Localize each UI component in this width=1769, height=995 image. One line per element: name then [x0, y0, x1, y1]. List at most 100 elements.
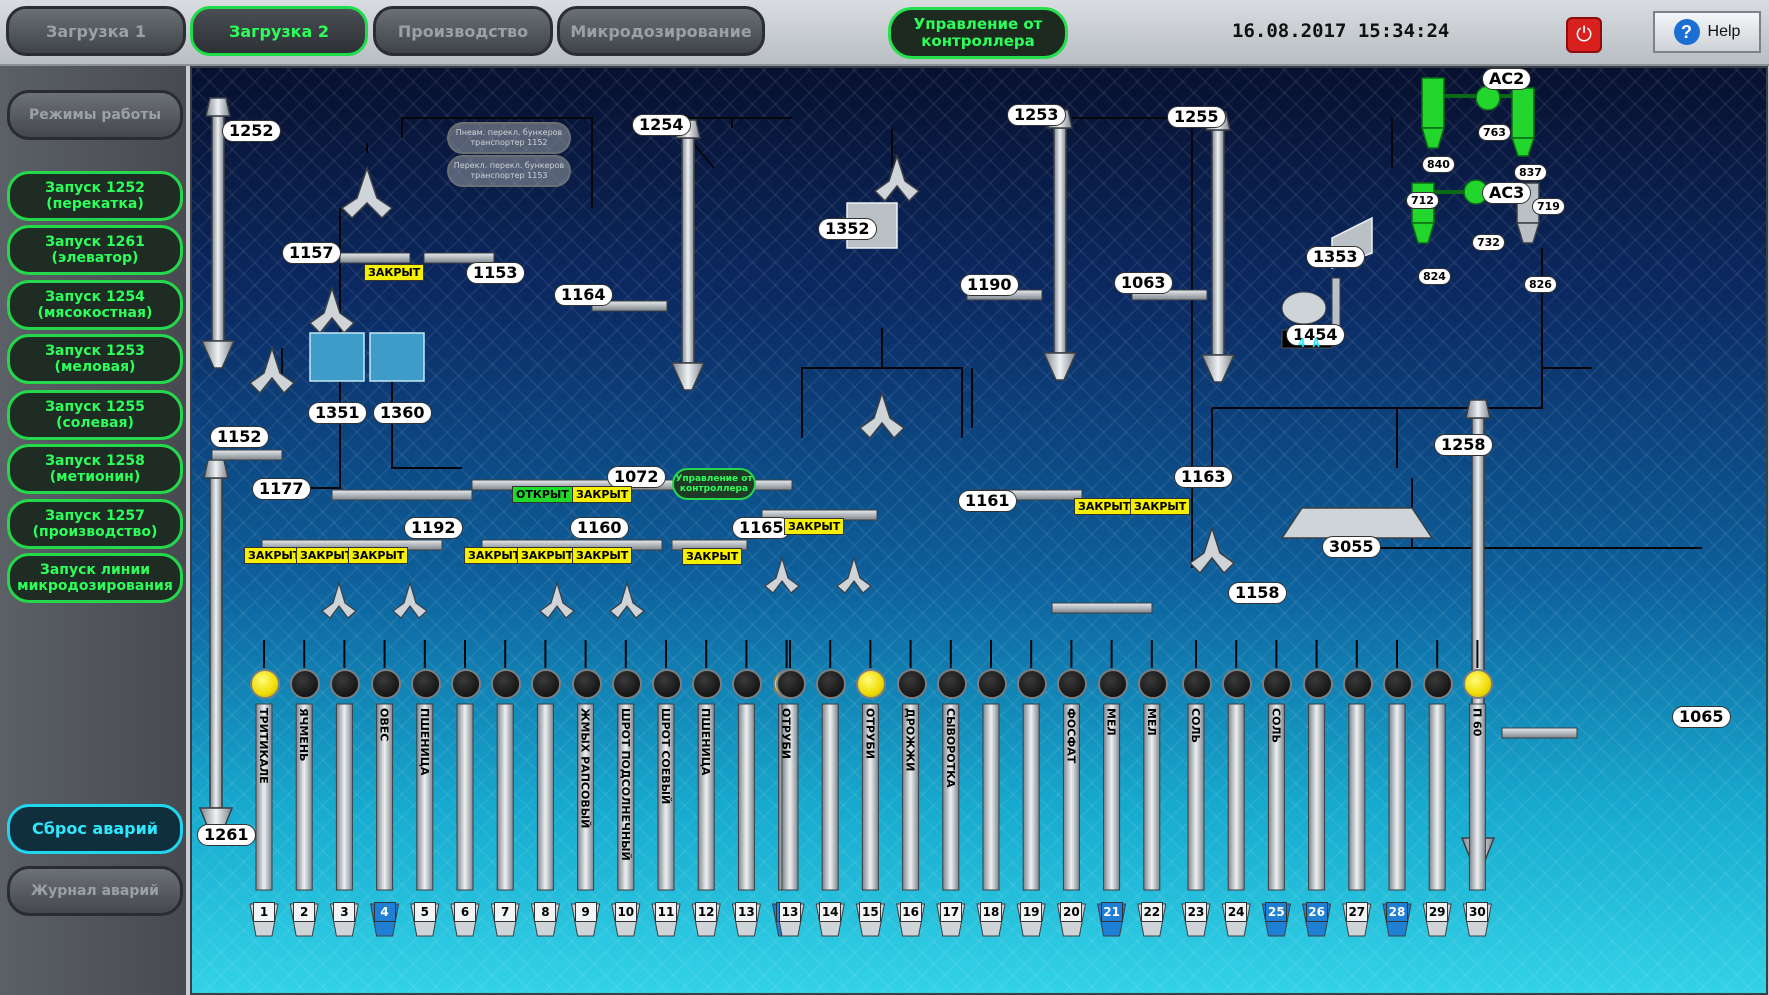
tag-1160[interactable]: 1160 [570, 517, 629, 539]
start-1253-button[interactable]: Запуск 1253 (меловая) [7, 334, 183, 384]
silo-level-indicator[interactable] [571, 669, 602, 699]
silo-level-indicator[interactable] [977, 669, 1007, 699]
tab-loading-1[interactable]: Загрузка 1 [6, 6, 186, 56]
silo-number[interactable]: 13 [735, 902, 758, 922]
tag-1158[interactable]: 1158 [1228, 582, 1287, 604]
tag-1261[interactable]: 1261 [197, 824, 256, 846]
silo-level-indicator[interactable] [1302, 669, 1333, 699]
tag-3055[interactable]: 3055 [1322, 536, 1381, 558]
silo-level-indicator[interactable] [692, 669, 723, 699]
tag-1153[interactable]: 1153 [466, 262, 525, 284]
silo-level-indicator[interactable] [1342, 669, 1373, 699]
tag-1253[interactable]: 1253 [1007, 104, 1066, 126]
tag-filter-719[interactable]: 719 [1532, 198, 1565, 215]
tab-loading-2[interactable]: Загрузка 2 [190, 6, 368, 56]
start-1261-button[interactable]: Запуск 1261 (элеватор) [7, 225, 183, 275]
silo-number[interactable]: 10 [614, 902, 637, 922]
tag-fan-732[interactable]: 732 [1472, 234, 1505, 251]
start-1255-button[interactable]: Запуск 1255 (солевая) [7, 390, 183, 440]
tag-1177[interactable]: 1177 [252, 478, 311, 500]
start-1257-button[interactable]: Запуск 1257 (производство) [7, 499, 183, 549]
tag-1351[interactable]: 1351 [308, 402, 367, 424]
silo-number[interactable]: 2 [293, 902, 316, 922]
tag-filter-826[interactable]: 826 [1524, 276, 1557, 293]
start-1252-button[interactable]: Запуск 1252 (перекатка) [7, 171, 183, 221]
silo-number[interactable]: 15 [859, 902, 882, 922]
tag-1360[interactable]: 1360 [373, 402, 432, 424]
silo-number[interactable]: 28 [1386, 902, 1408, 922]
tag-1164[interactable]: 1164 [554, 284, 613, 306]
silo-level-indicator[interactable] [652, 669, 682, 699]
tag-ac2[interactable]: AC2 [1482, 68, 1532, 90]
tag-1353[interactable]: 1353 [1306, 246, 1365, 268]
silo-number[interactable]: 1 [253, 902, 275, 922]
tag-1157[interactable]: 1157 [282, 242, 341, 264]
tag-1252[interactable]: 1252 [222, 120, 281, 142]
alarm-log-button[interactable]: Журнал аварий [7, 866, 183, 916]
bunker-switch-1153-button[interactable]: Перекл. перекл. бункеров транспортер 115… [447, 155, 571, 187]
tag-1254[interactable]: 1254 [632, 114, 691, 136]
tag-1152[interactable]: 1152 [210, 426, 269, 448]
tag-fan-763[interactable]: 763 [1478, 124, 1511, 141]
silo-number[interactable]: 19 [1020, 902, 1043, 922]
silo-level-indicator[interactable] [936, 669, 967, 699]
silo-number[interactable]: 12 [695, 902, 718, 922]
silo-number[interactable]: 24 [1225, 902, 1248, 922]
silo-level-indicator[interactable] [776, 669, 806, 699]
tag-1072[interactable]: 1072 [607, 466, 666, 488]
control-mode-indicator[interactable]: Управление от контроллера [888, 7, 1068, 59]
tab-production[interactable]: Производство [373, 6, 553, 56]
silo-number[interactable]: 8 [534, 902, 557, 922]
silo-level-indicator[interactable] [370, 669, 401, 699]
tab-microdosing[interactable]: Микродозирование [557, 6, 765, 56]
silo-number[interactable]: 6 [454, 902, 476, 922]
silo-number[interactable]: 17 [939, 902, 962, 922]
silo-level-indicator[interactable] [290, 669, 321, 699]
silo-number[interactable]: 27 [1345, 902, 1368, 922]
silo-level-indicator[interactable] [250, 669, 280, 699]
tag-filter-837[interactable]: 837 [1514, 164, 1547, 181]
power-button[interactable]: ⏻ [1566, 17, 1602, 53]
tag-filter-712[interactable]: 712 [1406, 192, 1439, 209]
reset-alarms-button[interactable]: Сброс аварий [7, 804, 183, 854]
silo-level-indicator[interactable] [611, 669, 642, 699]
silo-number[interactable]: 11 [655, 902, 677, 922]
silo-level-indicator[interactable] [1097, 669, 1128, 699]
tag-filter-824[interactable]: 824 [1418, 268, 1451, 285]
silo-level-indicator[interactable] [410, 669, 441, 699]
silo-level-indicator[interactable] [1222, 669, 1253, 699]
silo-number[interactable]: 13 [779, 902, 801, 922]
modes-button[interactable]: Режимы работы [7, 90, 183, 140]
tag-filter-840[interactable]: 840 [1422, 156, 1455, 173]
silo-number[interactable]: 5 [413, 902, 436, 922]
silo-number[interactable]: 21 [1100, 902, 1123, 922]
tag-1065[interactable]: 1065 [1672, 706, 1731, 728]
silo-number[interactable]: 18 [980, 902, 1002, 922]
tag-1165[interactable]: 1165 [732, 517, 791, 539]
tag-1192[interactable]: 1192 [404, 517, 463, 539]
bunker-switch-1152-button[interactable]: Пневм. перекл. бункеров транспортер 1152 [447, 122, 571, 154]
silo-number[interactable]: 3 [333, 902, 356, 922]
tag-1063[interactable]: 1063 [1114, 272, 1173, 294]
help-button[interactable]: ? Help [1653, 11, 1761, 53]
tag-1163[interactable]: 1163 [1174, 466, 1233, 488]
silo-number[interactable]: 9 [574, 902, 597, 922]
silo-number[interactable]: 22 [1140, 902, 1163, 922]
silo-level-indicator[interactable] [491, 669, 522, 699]
tag-1255[interactable]: 1255 [1167, 106, 1226, 128]
silo-level-indicator[interactable] [896, 669, 927, 699]
silo-number[interactable]: 30 [1466, 902, 1489, 922]
silo-number[interactable]: 26 [1305, 902, 1328, 922]
silo-number[interactable]: 14 [819, 902, 842, 922]
silo-level-indicator[interactable] [1182, 669, 1212, 699]
silo-number[interactable]: 16 [899, 902, 922, 922]
controller-mode-small-button[interactable]: Управление от контроллера [672, 468, 756, 500]
tag-1190[interactable]: 1190 [960, 274, 1019, 296]
silo-number[interactable]: 29 [1426, 902, 1449, 922]
silo-level-indicator[interactable] [1423, 669, 1454, 699]
silo-number[interactable]: 7 [494, 902, 517, 922]
silo-number[interactable]: 4 [373, 902, 396, 922]
tag-1258[interactable]: 1258 [1434, 434, 1493, 456]
start-microdosing-line-button[interactable]: Запуск линии микродозирования [7, 553, 183, 603]
tag-1352[interactable]: 1352 [818, 218, 877, 240]
